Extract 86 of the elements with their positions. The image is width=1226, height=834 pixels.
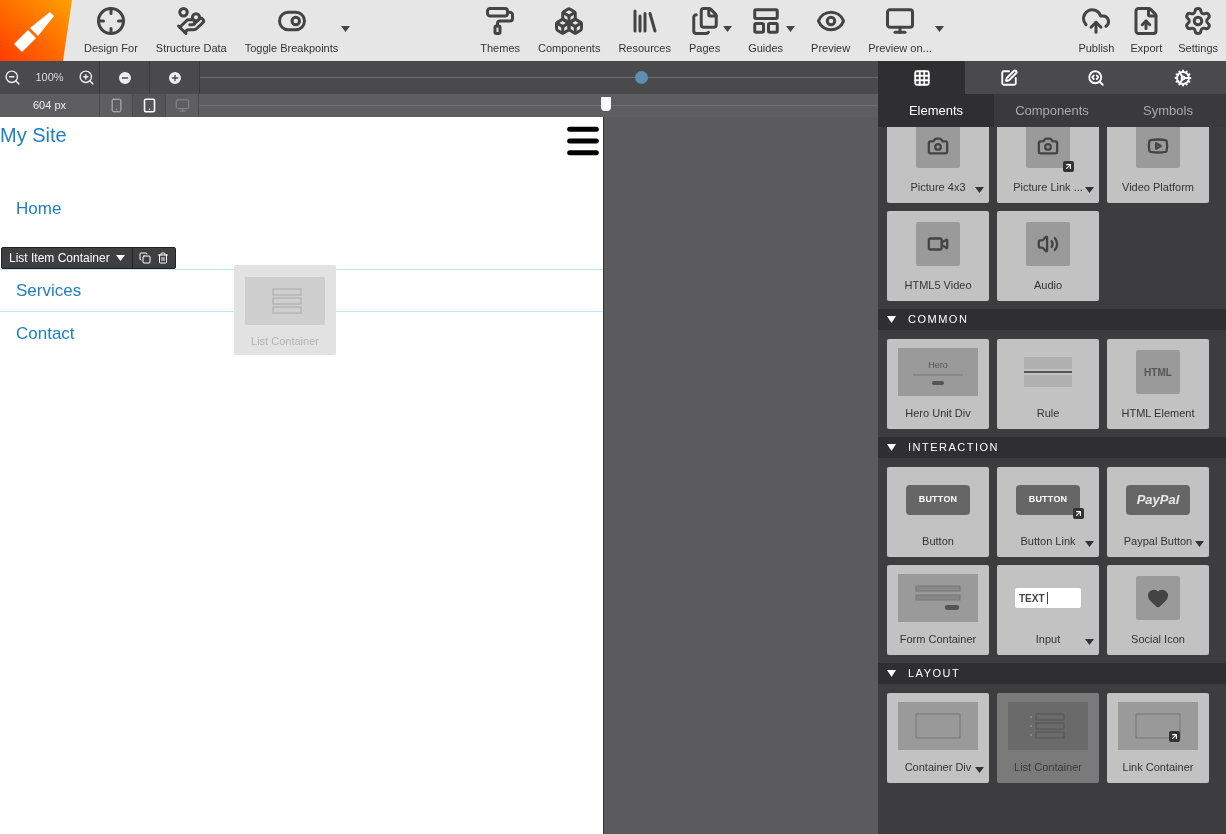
element-tile[interactable]: Link Container	[1107, 693, 1209, 783]
app-logo	[0, 0, 72, 61]
element-tile[interactable]: Picture 4x3	[887, 127, 989, 203]
phone-icon	[108, 98, 124, 113]
element-tile[interactable]: Social Icon	[1107, 565, 1209, 655]
pen-icon	[999, 68, 1018, 87]
pages-icon	[689, 5, 720, 36]
section-header[interactable]: INTERACTION	[878, 437, 1226, 458]
nav-link[interactable]: Home	[16, 196, 62, 222]
input-field: TEXT	[1015, 588, 1081, 608]
rule-drawing	[1024, 357, 1072, 387]
toolbar-button[interactable]: Preview	[803, 0, 859, 61]
link-arrow-icon	[1169, 731, 1180, 742]
button-thumbnail: BUTTON	[906, 485, 970, 515]
cloud-upload-icon	[1081, 5, 1112, 36]
toolbar-button[interactable]: Design For	[76, 0, 146, 61]
search-icon	[1086, 68, 1105, 87]
link-arrow-icon	[1073, 508, 1084, 519]
caret-icon	[115, 254, 125, 261]
duplicate-icon[interactable]	[138, 251, 151, 264]
zoom-level: 100%	[35, 70, 64, 86]
section-header[interactable]: COMMON	[878, 309, 1226, 330]
toolbar-button[interactable]: Toggle Breakpoints	[236, 0, 347, 61]
speaker-icon	[1037, 233, 1059, 255]
toolbar-button[interactable]: Publish	[1070, 0, 1123, 61]
panel-icon-tab[interactable]	[1139, 61, 1226, 94]
crosshair-icon	[95, 5, 126, 36]
nav-link[interactable]: Services	[16, 277, 82, 303]
thumbnail-text: HTML	[1144, 365, 1172, 380]
toolbar-button[interactable]: Structure Data	[147, 0, 235, 61]
toolbar-button[interactable]: Settings	[1170, 0, 1226, 61]
toolbar-button[interactable]: Guides	[740, 0, 792, 61]
element-tile[interactable]: Video Platform	[1107, 127, 1209, 203]
nav-link[interactable]: Contact	[16, 321, 75, 347]
blocks-icon	[554, 5, 585, 36]
toolbar-button[interactable]: Export	[1122, 0, 1171, 61]
heart-icon	[1147, 587, 1169, 609]
caret-icon	[887, 444, 896, 451]
play-icon	[1147, 135, 1169, 157]
element-tile[interactable]: PayPal Paypal Button	[1107, 467, 1209, 557]
toolbar-button[interactable]: Themes	[472, 0, 529, 61]
caret-icon	[887, 670, 896, 677]
link-arrow-icon	[1063, 161, 1074, 172]
desktop-icon	[174, 98, 190, 113]
element-tile[interactable]: Container Div	[887, 693, 989, 783]
toolbar-button[interactable]: Preview on...	[860, 0, 940, 61]
settings-icon	[1173, 68, 1192, 87]
element-tile[interactable]: BUTTON Button Link	[997, 467, 1099, 557]
element-tile[interactable]: HTML HTML Element	[1107, 339, 1209, 429]
element-tile[interactable]: Hero Hero Unit Div	[887, 339, 989, 429]
monitor-icon	[884, 5, 915, 36]
slider-handle[interactable]	[601, 97, 612, 111]
element-tile[interactable]: TEXT Input	[997, 565, 1099, 655]
toolbar-button[interactable]: Resources	[610, 0, 679, 61]
caret-icon	[887, 316, 896, 323]
tablet-icon	[141, 98, 157, 113]
element-tile[interactable]: BUTTON Button	[887, 467, 989, 557]
site-title[interactable]: My Site	[0, 120, 67, 150]
zoom-in-icon[interactable]	[78, 69, 95, 86]
element-tile[interactable]: Rule	[997, 339, 1099, 429]
element-tile[interactable]: Form Container	[887, 565, 989, 655]
settings-icon	[1183, 5, 1214, 36]
plus-icon[interactable]	[166, 69, 183, 86]
hand-icon	[176, 5, 207, 36]
toolbar-button[interactable]: Pages	[681, 0, 729, 61]
trash-icon[interactable]	[156, 251, 169, 264]
panel-icon-tab[interactable]	[965, 61, 1052, 94]
paint-roller-icon	[485, 5, 516, 36]
camera-icon	[1037, 135, 1059, 157]
guides-icon	[750, 5, 781, 36]
grid-icon	[912, 68, 931, 87]
element-tile[interactable]: Picture Link ...	[997, 127, 1099, 203]
device-button[interactable]	[133, 94, 166, 117]
element-tile[interactable]: Audio	[997, 211, 1099, 301]
minus-icon[interactable]	[116, 69, 133, 86]
button-thumbnail: PayPal	[1126, 485, 1190, 515]
slider-thumb[interactable]	[634, 71, 648, 84]
hero-thumbnail: Hero	[898, 348, 978, 396]
section-header[interactable]: LAYOUT	[878, 663, 1226, 684]
zoom-out-icon[interactable]	[4, 69, 21, 86]
element-tile[interactable]: HTML5 Video	[887, 211, 989, 301]
toolbar-button[interactable]: Components	[530, 0, 609, 61]
panel-tab[interactable]: Elements	[878, 94, 994, 127]
camera-icon	[927, 135, 949, 157]
panel-icon-tab[interactable]	[878, 61, 965, 94]
element-type-dropdown[interactable]: List Item Container	[2, 247, 133, 268]
